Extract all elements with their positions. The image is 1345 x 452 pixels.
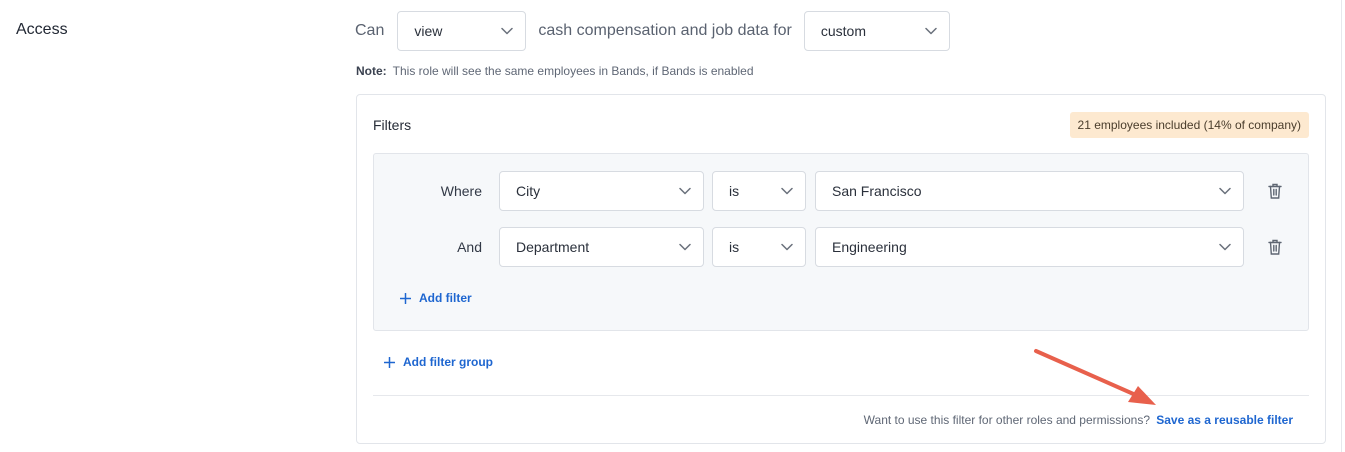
filter-operator-value: is (729, 239, 740, 255)
filter-field-select[interactable]: City (499, 171, 704, 211)
filter-value: Engineering (832, 239, 907, 255)
filter-condition-row: And Department is Engineering (374, 227, 1308, 267)
filter-operator-value: is (729, 183, 740, 199)
chevron-down-icon (781, 243, 793, 251)
chevron-down-icon (925, 27, 937, 35)
reuse-filter-question: Want to use this filter for other roles … (863, 413, 1150, 427)
chevron-down-icon (679, 243, 691, 251)
filter-value: San Francisco (832, 183, 922, 199)
filters-panel: Filters 21 employees included (14% of co… (356, 94, 1326, 444)
filter-field-value: City (516, 183, 541, 199)
save-reusable-filter-link[interactable]: Save as a reusable filter (1156, 413, 1293, 427)
add-filter-group-button[interactable]: Add filter group (384, 355, 493, 369)
condition-connector: And (457, 239, 482, 255)
note: Note: This role will see the same employe… (356, 64, 754, 78)
note-label: Note: (356, 64, 387, 78)
filter-value-select[interactable]: Engineering (815, 227, 1244, 267)
note-text: This role will see the same employees in… (392, 64, 754, 78)
add-filter-label: Add filter (419, 291, 472, 305)
chevron-down-icon (679, 187, 691, 195)
chevron-down-icon (1219, 243, 1231, 251)
access-scope-select[interactable]: custom (803, 11, 950, 51)
access-scope-value: custom (820, 23, 866, 39)
access-row: Can view cash compensation and job data … (355, 11, 950, 51)
filter-operator-select[interactable]: is (712, 227, 806, 267)
employees-count-badge: 21 employees included (14% of company) (1069, 112, 1309, 138)
filter-condition-row: Where City is San Francisco (374, 171, 1308, 211)
filters-title: Filters (373, 117, 412, 133)
panel-divider (1341, 0, 1342, 452)
filter-operator-select[interactable]: is (712, 171, 806, 211)
add-filter-button[interactable]: Add filter (400, 291, 472, 305)
plus-icon (400, 292, 411, 304)
chevron-down-icon (501, 27, 514, 35)
access-mode-select[interactable]: view (397, 11, 527, 51)
chevron-down-icon (781, 187, 793, 195)
can-text: Can (355, 22, 385, 39)
filter-field-select[interactable]: Department (499, 227, 704, 267)
filter-value-select[interactable]: San Francisco (815, 171, 1244, 211)
add-filter-group-label: Add filter group (403, 355, 493, 369)
trash-icon[interactable] (1268, 239, 1282, 255)
condition-connector: Where (440, 183, 482, 199)
annotation-arrow (1034, 349, 1156, 405)
footer-divider (373, 395, 1309, 396)
filter-group: Where City is San Francisco And Departme… (373, 153, 1309, 331)
filter-field-value: Department (516, 239, 590, 255)
trash-icon[interactable] (1268, 183, 1282, 199)
access-description: cash compensation and job data for (538, 22, 792, 39)
section-label-access: Access (16, 21, 68, 38)
chevron-down-icon (1219, 187, 1231, 195)
plus-icon (384, 356, 395, 368)
access-mode-value: view (414, 23, 443, 39)
